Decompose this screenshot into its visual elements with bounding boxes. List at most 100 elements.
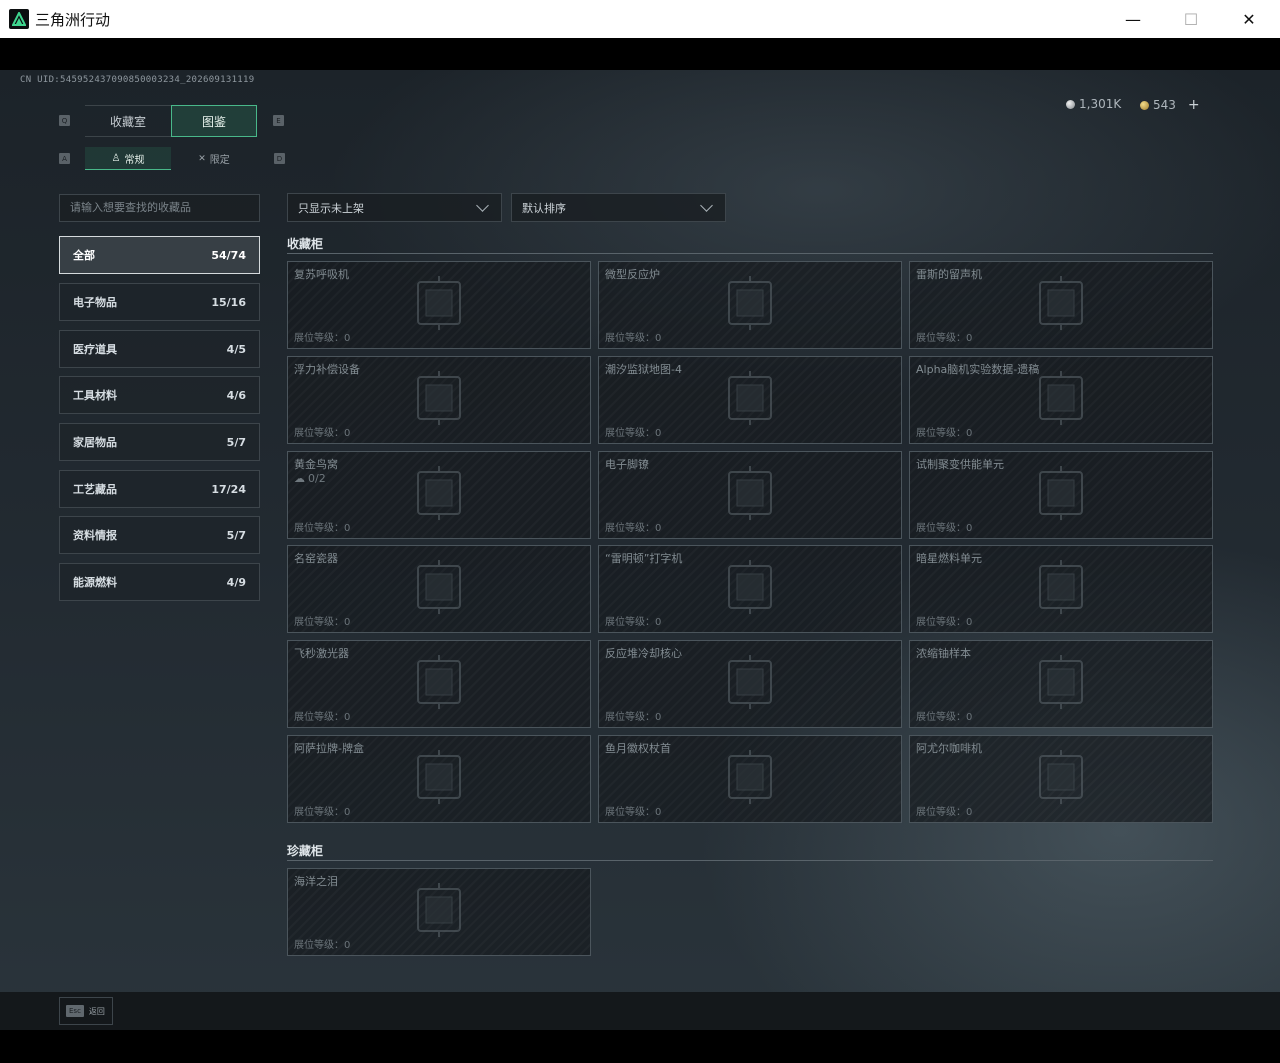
display-level: 展位等级：0 [294,522,351,534]
collection-item-card[interactable]: “雷明顿”打字机 展位等级：0 [598,545,902,634]
corner-mark [288,452,293,457]
item-name: 黄金鸟窝 [294,457,338,471]
collection-item-card[interactable]: 电子脚镣 展位等级：0 [598,450,902,539]
category-household[interactable]: 家居物品 5/7 [59,423,260,461]
collection-item-card[interactable]: Alpha脑机实验数据-遗稿 展位等级：0 [909,355,1213,444]
category-tools[interactable]: 工具材料 4/6 [59,376,260,414]
corner-mark [585,817,590,822]
collection-item-card[interactable]: 反应堆冷却核心 展位等级：0 [598,640,902,729]
corner-mark [896,343,901,348]
display-level: 展位等级：0 [294,333,351,344]
item-thumbnail-icon [715,556,785,622]
tab-collection-room[interactable]: 收藏室 [85,105,171,137]
collection-item-card[interactable]: 阿尤尔咖啡机 展位等级：0 [909,735,1213,823]
display-level: 展位等级：0 [294,807,351,818]
item-name: 复苏呼吸机 [294,268,349,281]
corner-mark [896,817,901,822]
subtab-limited[interactable]: ✕ 限定 [171,147,257,170]
back-label: 返回 [88,1006,105,1016]
collection-item-card[interactable]: 黄金鸟窝 ☁ 0/2 展位等级：0 [287,450,591,539]
item-thumbnail-icon [404,367,474,433]
corner-mark [1207,343,1212,348]
search-input[interactable] [59,194,260,222]
corner-mark [1207,438,1212,443]
sort-value: 默认排序 [522,201,566,215]
collection-item-card[interactable]: 雷斯的留声机 展位等级：0 [909,261,1213,349]
chevron-down-icon [700,198,713,212]
collection-item-card[interactable]: 名窑瓷器 展位等级：0 [287,545,591,634]
corner-mark [1207,722,1212,727]
chevron-down-icon [476,198,489,212]
display-level: 展位等级：0 [294,427,351,439]
item-name: 名窑瓷器 [294,552,338,566]
collection-item-card[interactable]: 飞秒激光器 展位等级：0 [287,640,591,729]
filter-dropdown[interactable]: 只显示未上架 [287,193,502,222]
tab-catalog[interactable]: 图鉴 [171,105,257,137]
category-label: 电子物品 [73,296,117,309]
key-hint-a: A [59,153,70,164]
display-level: 展位等级：0 [605,333,662,344]
category-medical[interactable]: 医疗道具 4/5 [59,330,260,368]
progress-value: 0/2 [308,471,326,485]
collection-item-card[interactable]: 微型反应炉展位等级：0 [598,261,902,349]
category-energy[interactable]: 能源燃料 4/9 [59,563,260,601]
corner-mark [288,546,293,551]
corner-mark [599,262,604,267]
corner-mark [599,357,604,362]
collection-item-card[interactable]: 浓缩铀样本展位等级：0 [909,640,1213,729]
bottom-bar [0,992,1280,1030]
display-level: 展位等级：0 [294,940,351,951]
subtab-regular[interactable]: ♙ 常规 [85,147,171,170]
collection-item-card[interactable]: 潮汐监狱地图-4 展位等级：0 [598,355,902,444]
section-divider [287,253,1213,254]
item-name: 鱼月徽权杖首 [605,742,671,755]
item-thumbnail-icon [404,556,474,622]
category-label: 医疗道具 [73,343,117,356]
collection-item-card[interactable]: 浮力补偿设备 展位等级：0 [287,355,591,444]
subtab-limited-label: 限定 [209,155,230,166]
item-name: 海洋之泪 [294,875,338,888]
corner-mark [288,641,293,646]
corner-mark [1207,817,1212,822]
corner-mark [585,627,590,632]
display-level: 展位等级：0 [916,712,973,724]
category-count: 4/6 [226,388,246,402]
category-count: 54/74 [211,248,246,262]
item-thumbnail-icon [715,367,785,433]
item-thumbnail-icon [715,651,785,717]
close-button[interactable]: ✕ [1220,0,1278,38]
collection-item-card[interactable]: 阿萨拉牌-牌盒 展位等级：0 [287,735,591,823]
item-name: 浓缩铀样本 [916,647,971,661]
corner-mark [1207,533,1212,538]
display-level: 展位等级：0 [294,712,351,724]
item-thumbnail-icon [1026,556,1096,622]
sort-dropdown[interactable]: 默认排序 [511,193,726,222]
collection-item-card[interactable]: 试制聚变供能单元 展位等级：0 [909,450,1213,539]
item-name: 微型反应炉 [605,268,660,281]
item-name: 电子脚镣 [605,457,649,471]
corner-mark [599,546,604,551]
display-level: 展位等级：0 [605,712,662,724]
corner-mark [585,343,590,348]
category-all[interactable]: 全部 54/74 [59,236,260,274]
collection-item-card[interactable]: 海洋之泪展位等级：0 [287,868,591,956]
category-label: 工具材料 [73,389,117,402]
corner-mark [599,452,604,457]
add-currency-button[interactable]: + [1188,97,1200,113]
category-crafts[interactable]: 工艺藏品 17/24 [59,470,260,508]
corner-mark [585,438,590,443]
minimize-button[interactable]: — [1104,0,1162,38]
back-button[interactable]: Esc 返回 [59,997,113,1025]
category-count: 5/7 [226,435,246,449]
maximize-button[interactable]: ☐ [1162,0,1220,38]
collection-item-card[interactable]: 复苏呼吸机展位等级：0 [287,261,591,349]
item-thumbnail-icon [715,272,785,338]
category-intel[interactable]: 资料情报 5/7 [59,516,260,554]
collection-item-card[interactable]: 暗星燃料单元 展位等级：0 [909,545,1213,634]
item-name: 潮汐监狱地图-4 [605,362,682,376]
item-thumbnail-icon [1026,272,1096,338]
category-count: 4/9 [226,575,246,589]
item-thumbnail-icon [404,272,474,338]
collection-item-card[interactable]: 鱼月徽权杖首 展位等级：0 [598,735,902,823]
category-electronics[interactable]: 电子物品 15/16 [59,283,260,321]
